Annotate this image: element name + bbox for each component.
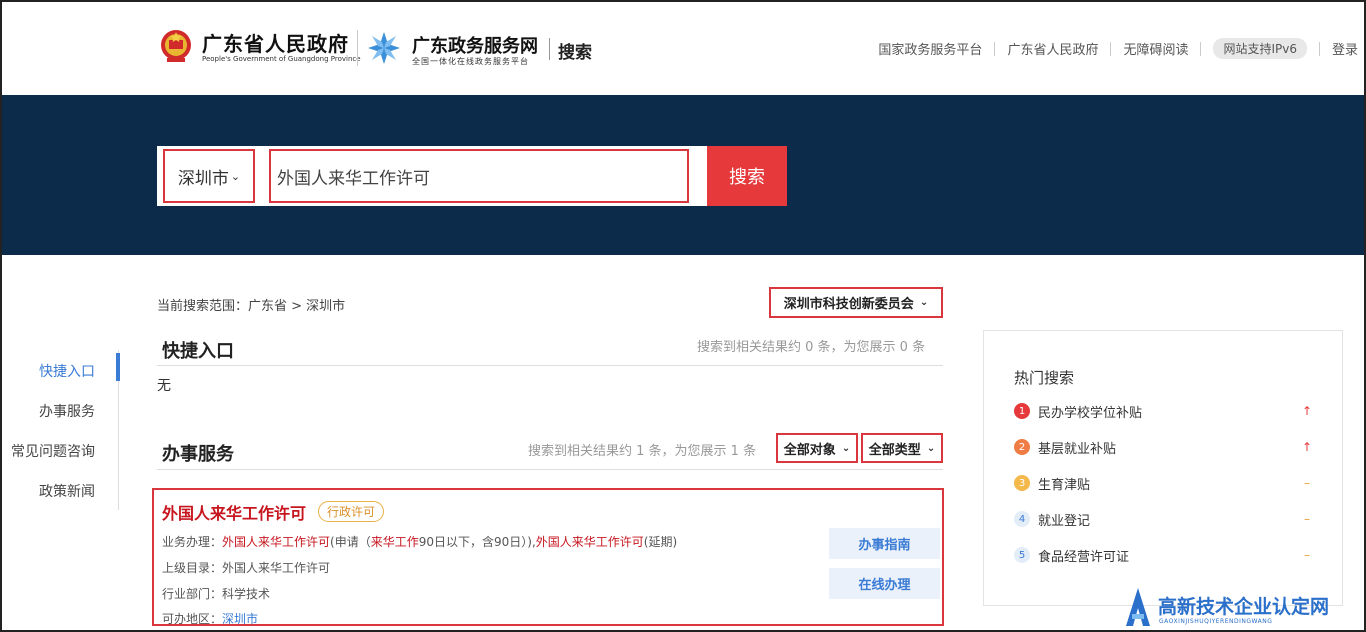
dept-label: 行业部门： xyxy=(162,587,223,601)
section-divider xyxy=(157,365,943,366)
site-header: 广东省人民政府 People's Government of Guangdong… xyxy=(0,0,1366,95)
search-input[interactable] xyxy=(269,149,689,203)
chevron-down-icon: ⌄ xyxy=(841,442,851,454)
hot-search-label: 就业登记 xyxy=(1038,513,1091,529)
hot-search-item[interactable]: 3 生育津贴 – xyxy=(1014,473,1314,493)
nav-item-services[interactable]: 办事服务 xyxy=(39,401,95,421)
area-label: 可办地区： xyxy=(162,612,223,626)
trend-flat-icon: – xyxy=(1304,512,1310,526)
gov-name[interactable]: 广东省人民政府 xyxy=(202,28,349,57)
link-accessibility[interactable]: 无障碍阅读 xyxy=(1123,39,1188,58)
business-label: 业务办理： xyxy=(162,535,223,549)
hot-search-title: 热门搜索 xyxy=(1014,369,1075,387)
hot-search-item[interactable]: 4 就业登记 – xyxy=(1014,509,1314,529)
result-area-row: 可办地区：深圳市 xyxy=(162,610,258,627)
header-search-label: 搜索 xyxy=(558,43,592,63)
hot-search-label: 食品经营许可证 xyxy=(1038,549,1130,565)
result-business-row: 业务办理：外国人来华工作许可(申请（来华工作90日以下，含90日）),外国人来华… xyxy=(162,533,677,550)
online-apply-button[interactable]: 在线办理 xyxy=(829,568,940,599)
nav-item-policy-news[interactable]: 政策新闻 xyxy=(39,481,95,501)
search-button[interactable]: 搜索 xyxy=(707,146,787,206)
quick-entry-empty: 无 xyxy=(157,378,171,394)
result-title[interactable]: 外国人来华工作许可 xyxy=(162,500,306,524)
dept-value: 科学技术 xyxy=(222,587,271,601)
business-text: 90日以下，含90日）), xyxy=(418,535,536,549)
business-text: (申请（ xyxy=(330,535,371,549)
ipv6-badge: 网站支持IPv6 xyxy=(1213,38,1307,59)
header-divider xyxy=(549,38,550,60)
watermark-logo-icon xyxy=(1126,588,1150,626)
quick-entry-title: 快捷入口 xyxy=(162,341,234,362)
trend-up-icon: ↑ xyxy=(1301,440,1313,454)
watermark-text: 高新技术企业认定网 xyxy=(1158,596,1330,618)
link-provincial-gov[interactable]: 广东省人民政府 xyxy=(1007,39,1098,58)
link-separator xyxy=(1200,41,1202,56)
services-title: 办事服务 xyxy=(162,444,234,465)
hot-search-label: 基层就业补贴 xyxy=(1038,441,1117,457)
hot-search-item[interactable]: 1 民办学校学位补贴 ↑ xyxy=(1014,401,1314,421)
result-card: 外国人来华工作许可 行政许可 业务办理：外国人来华工作许可(申请（来华工作90日… xyxy=(152,488,944,626)
hot-search-label: 民办学校学位补贴 xyxy=(1038,405,1143,421)
service-logo-icon xyxy=(368,32,400,64)
result-category-tag: 行政许可 xyxy=(318,501,385,522)
hot-search-item[interactable]: 2 基层就业补贴 ↑ xyxy=(1014,437,1314,457)
rank-badge: 4 xyxy=(1014,511,1030,527)
service-name[interactable]: 广东政务服务网 xyxy=(412,32,538,58)
business-item-apply[interactable]: 外国人来华工作许可 xyxy=(222,535,330,549)
nav-item-faq[interactable]: 常见问题咨询 xyxy=(11,441,95,461)
business-text: (延期) xyxy=(643,535,678,549)
type-filter-value: 全部类型 xyxy=(868,442,921,458)
rank-badge: 3 xyxy=(1014,475,1030,491)
trend-flat-icon: – xyxy=(1304,476,1310,490)
nav-item-quick-entry[interactable]: 快捷入口 xyxy=(39,361,95,381)
search-scope: 当前搜索范围：广东省 > 深圳市 xyxy=(157,299,346,314)
hot-search-panel: 热门搜索 1 民办学校学位补贴 ↑ 2 基层就业补贴 ↑ 3 生育津贴 – 4 … xyxy=(983,330,1343,606)
services-count: 搜索到相关结果约 1 条，为您展示 1 条 xyxy=(528,444,757,459)
link-national-platform[interactable]: 国家政务服务平台 xyxy=(878,39,982,58)
trend-flat-icon: – xyxy=(1304,548,1310,562)
top-links: 国家政务服务平台 广东省人民政府 无障碍阅读 网站支持IPv6 登录 xyxy=(878,38,1358,59)
target-filter-value: 全部对象 xyxy=(783,442,836,458)
chevron-down-icon: ⌄ xyxy=(926,442,936,454)
rank-badge: 1 xyxy=(1014,403,1030,419)
result-parent-row: 上级目录：外国人来华工作许可 xyxy=(162,559,330,576)
hot-search-label: 生育津贴 xyxy=(1038,477,1091,493)
section-divider xyxy=(157,469,943,470)
parent-label: 上级目录： xyxy=(162,561,223,575)
national-emblem-icon xyxy=(161,30,191,62)
service-subtitle: 全国一体化在线政务服务平台 xyxy=(412,57,529,66)
chevron-down-icon: ⌄ xyxy=(230,169,241,183)
link-separator xyxy=(1110,41,1112,56)
department-select[interactable]: 深圳市科技创新委员会 ⌄ xyxy=(769,287,943,318)
login-link[interactable]: 登录 xyxy=(1332,39,1358,58)
header-divider xyxy=(357,30,358,66)
nav-active-indicator xyxy=(116,353,120,381)
business-highlight: 来华工作 xyxy=(370,535,419,549)
rank-badge: 2 xyxy=(1014,439,1030,455)
gov-name-en: People's Government of Guangdong Provinc… xyxy=(202,55,361,63)
result-dept-row: 行业部门：科学技术 xyxy=(162,585,270,602)
watermark-subtext: GAOXINJISHUQIYERENDINGWANG xyxy=(1159,618,1273,625)
trend-up-icon: ↑ xyxy=(1301,404,1313,418)
link-separator xyxy=(1318,41,1320,56)
department-select-value: 深圳市科技创新委员会 xyxy=(783,297,914,312)
chevron-down-icon: ⌄ xyxy=(919,297,929,308)
area-link[interactable]: 深圳市 xyxy=(222,612,258,626)
hot-search-item[interactable]: 5 食品经营许可证 – xyxy=(1014,545,1314,565)
city-select[interactable]: 深圳市 ⌄ xyxy=(163,149,255,203)
watermark: 高新技术企业认定网 GAOXINJISHUQIYERENDINGWANG xyxy=(1122,584,1366,630)
business-item-extend[interactable]: 外国人来华工作许可 xyxy=(536,535,644,549)
type-filter-select[interactable]: 全部类型 ⌄ xyxy=(861,433,943,463)
rank-badge: 5 xyxy=(1014,547,1030,563)
link-separator xyxy=(994,41,996,56)
guide-button[interactable]: 办事指南 xyxy=(829,528,940,559)
city-select-value: 深圳市 xyxy=(177,168,229,189)
target-filter-select[interactable]: 全部对象 ⌄ xyxy=(776,433,858,463)
parent-value: 外国人来华工作许可 xyxy=(222,561,331,575)
quick-entry-count: 搜索到相关结果约 0 条，为您展示 0 条 xyxy=(697,340,926,355)
